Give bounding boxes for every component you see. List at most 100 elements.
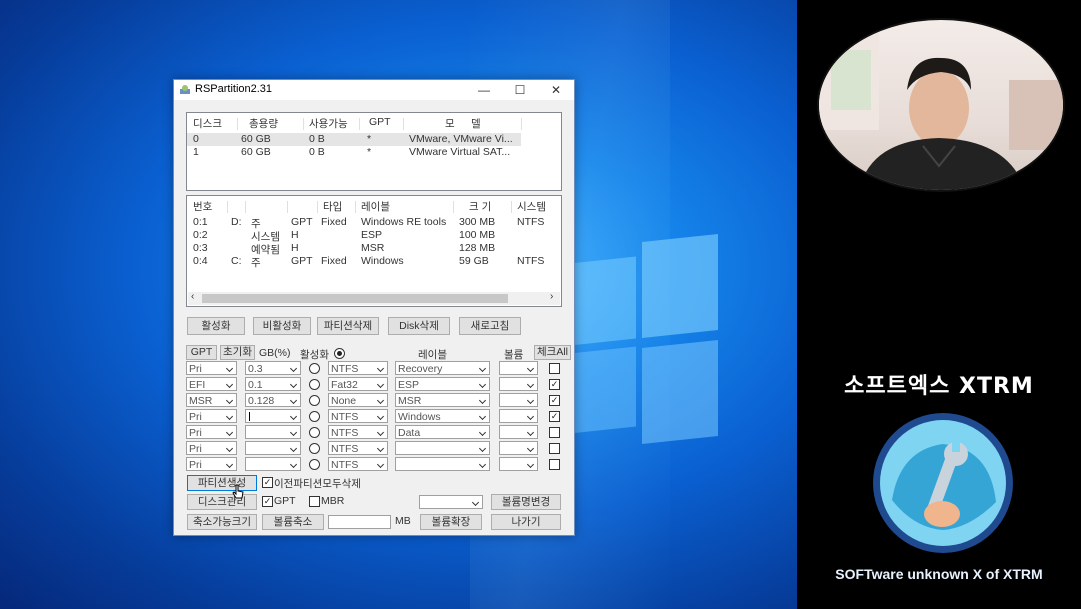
row-checkbox[interactable]: ✓ bbox=[549, 379, 560, 390]
volume-letter-select[interactable] bbox=[499, 393, 538, 407]
header-total[interactable]: 총용량 bbox=[249, 116, 278, 131]
partition-size-select[interactable]: 0.3 bbox=[245, 361, 301, 375]
partition-size-select[interactable] bbox=[245, 425, 301, 439]
volume-letter-select[interactable] bbox=[499, 377, 538, 391]
header-gpt[interactable]: GPT bbox=[369, 116, 391, 128]
filesystem-select[interactable]: NTFS bbox=[328, 457, 388, 471]
gpt-button[interactable]: GPT bbox=[186, 345, 217, 360]
partition-size-select[interactable]: 0.1 bbox=[245, 377, 301, 391]
active-radio[interactable] bbox=[309, 427, 320, 438]
partition-type-select[interactable]: Pri bbox=[186, 457, 237, 471]
volume-label-select[interactable]: ESP bbox=[395, 377, 490, 391]
volume-label-select[interactable]: Data bbox=[395, 425, 490, 439]
minimize-button[interactable]: — bbox=[466, 80, 502, 100]
partition-type-select[interactable]: Pri bbox=[186, 361, 237, 375]
rename-volume-button[interactable]: 볼륨명변경 bbox=[491, 494, 561, 510]
row-checkbox[interactable] bbox=[549, 427, 560, 438]
title-bar[interactable]: RSPartition2.31 — ☐ ✕ bbox=[174, 80, 574, 100]
disk-row[interactable]: 0 60 GB 0 B * VMware, VMware Vi... bbox=[187, 133, 521, 146]
mbr-checkbox[interactable] bbox=[309, 496, 320, 507]
active-radio[interactable] bbox=[309, 395, 320, 406]
partition-type-select[interactable]: MSR bbox=[186, 393, 237, 407]
delete-previous-checkbox[interactable]: ✓ bbox=[262, 477, 273, 488]
row-checkbox[interactable] bbox=[549, 443, 560, 454]
active-radio[interactable] bbox=[309, 459, 320, 470]
partition-type-select[interactable]: Pri bbox=[186, 425, 237, 439]
partition-type-select[interactable]: Pri bbox=[186, 441, 237, 455]
partition-row[interactable]: 0:4 C: 주 GPT Fixed Windows 59 GB NTFS bbox=[187, 255, 561, 269]
extend-volume-button[interactable]: 볼륨확장 bbox=[420, 514, 482, 530]
row-checkbox[interactable]: ✓ bbox=[549, 411, 560, 422]
activate-button[interactable]: 활성화 bbox=[187, 317, 245, 335]
partition-type-value: Pri bbox=[189, 427, 202, 439]
header-number[interactable]: 번호 bbox=[193, 199, 212, 214]
disk-row[interactable]: 1 60 GB 0 B * VMware Virtual SAT... bbox=[187, 146, 521, 159]
partition-size-select[interactable] bbox=[245, 441, 301, 455]
horizontal-scrollbar[interactable]: ‹ › bbox=[188, 291, 560, 305]
partition-row[interactable]: 0:1 D: 주 GPT Fixed Windows RE tools 300 … bbox=[187, 216, 561, 230]
header-label[interactable]: 레이블 bbox=[361, 199, 390, 214]
row-checkbox[interactable]: ✓ bbox=[549, 395, 560, 406]
header-disk[interactable]: 디스크 bbox=[193, 116, 222, 131]
disk-manage-button[interactable]: 디스크관리 bbox=[187, 494, 257, 510]
partition-size-select[interactable] bbox=[245, 457, 301, 471]
volume-letter-select[interactable] bbox=[499, 425, 538, 439]
volume-letter-select[interactable] bbox=[499, 409, 538, 423]
row-checkbox[interactable] bbox=[549, 459, 560, 470]
header-size[interactable]: 크 기 bbox=[469, 199, 491, 214]
active-radio[interactable] bbox=[309, 363, 320, 374]
header-filesystem[interactable]: 시스템 bbox=[517, 199, 546, 214]
volume-label-select[interactable]: Windows bbox=[395, 409, 490, 423]
filesystem-select[interactable]: None bbox=[328, 393, 388, 407]
delete-partition-button[interactable]: 파티션삭제 bbox=[317, 317, 379, 335]
active-radio[interactable] bbox=[309, 443, 320, 454]
maximize-button[interactable]: ☐ bbox=[502, 80, 538, 100]
scroll-thumb[interactable] bbox=[202, 294, 508, 303]
partition-size-select[interactable]: 0.128 bbox=[245, 393, 301, 407]
gpt-checkbox[interactable]: ✓ bbox=[262, 496, 273, 507]
filesystem-select[interactable]: Fat32 bbox=[328, 377, 388, 391]
initialize-button[interactable]: 초기화 bbox=[220, 345, 255, 360]
scroll-left-icon[interactable]: ‹ bbox=[191, 291, 194, 302]
delete-disk-button[interactable]: Disk삭제 bbox=[388, 317, 450, 335]
active-all-radio[interactable] bbox=[334, 348, 345, 359]
partition-list[interactable]: 번호 타입 레이블 크 기 시스템 0:1 D: 주 GPT Fixed Win… bbox=[186, 195, 562, 307]
volume-label-select[interactable] bbox=[395, 441, 490, 455]
mb-input[interactable] bbox=[328, 515, 391, 529]
shrinkable-size-button[interactable]: 축소가능크기 bbox=[187, 514, 257, 530]
volume-label-select[interactable]: MSR bbox=[395, 393, 490, 407]
row-checkbox[interactable] bbox=[549, 363, 560, 374]
partition-label: MSR bbox=[361, 242, 385, 254]
filesystem-select[interactable]: NTFS bbox=[328, 441, 388, 455]
filesystem-select[interactable]: NTFS bbox=[328, 409, 388, 423]
volume-letter-select[interactable] bbox=[499, 361, 538, 375]
active-radio[interactable] bbox=[309, 411, 320, 422]
header-free[interactable]: 사용가능 bbox=[309, 116, 348, 131]
create-partition-button[interactable]: 파티션생성 bbox=[187, 475, 257, 491]
volume-letter-select[interactable] bbox=[499, 441, 538, 455]
close-button[interactable]: ✕ bbox=[538, 80, 574, 100]
partition-type-select[interactable]: Pri bbox=[186, 409, 237, 423]
volume-label-select[interactable] bbox=[395, 457, 490, 471]
partition-size-select[interactable] bbox=[245, 409, 301, 423]
header-type[interactable]: 타입 bbox=[323, 199, 342, 214]
partition-row[interactable]: 0:2 시스템 H ESP 100 MB bbox=[187, 229, 561, 243]
exit-button[interactable]: 나가기 bbox=[491, 514, 561, 530]
refresh-button[interactable]: 새로고침 bbox=[459, 317, 521, 335]
check-all-button[interactable]: 체크All bbox=[534, 345, 571, 360]
header-model-1[interactable]: 모 bbox=[445, 116, 455, 131]
active-radio[interactable] bbox=[309, 379, 320, 390]
deactivate-button[interactable]: 비활성화 bbox=[253, 317, 311, 335]
shrink-volume-button[interactable]: 볼륨축소 bbox=[262, 514, 324, 530]
filesystem-select[interactable]: NTFS bbox=[328, 425, 388, 439]
volume-letter-select[interactable] bbox=[499, 457, 538, 471]
partition-type-select[interactable]: EFI bbox=[186, 377, 237, 391]
volume-select[interactable] bbox=[419, 495, 483, 509]
partition-row[interactable]: 0:3 예약됨 H MSR 128 MB bbox=[187, 242, 561, 256]
partition-size: 300 MB bbox=[459, 216, 496, 228]
scroll-right-icon[interactable]: › bbox=[550, 291, 553, 302]
disk-list[interactable]: 디스크 총용량 사용가능 GPT 모 델 0 60 GB 0 B * VMwar… bbox=[186, 112, 562, 191]
filesystem-select[interactable]: NTFS bbox=[328, 361, 388, 375]
volume-label-select[interactable]: Recovery bbox=[395, 361, 490, 375]
filesystem-value: NTFS bbox=[331, 459, 359, 471]
